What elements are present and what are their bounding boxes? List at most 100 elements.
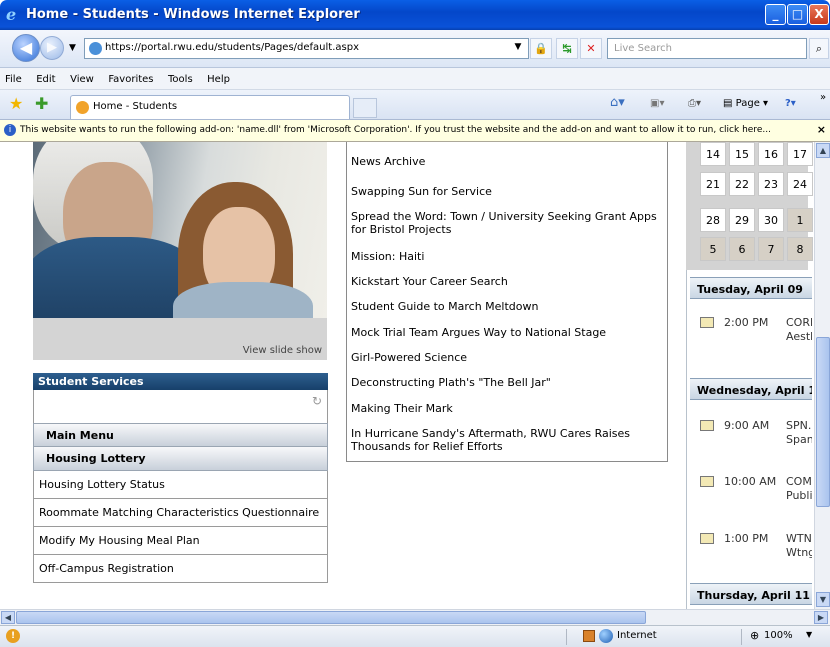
calendar-day[interactable]: 23: [758, 172, 784, 196]
lock-icon[interactable]: 🔒: [530, 38, 552, 59]
news-link[interactable]: Making Their Mark: [351, 402, 661, 415]
vertical-scrollbar[interactable]: ▲ ▼: [814, 142, 830, 609]
calendar-day[interactable]: 5: [700, 237, 726, 261]
search-input[interactable]: Live Search: [607, 38, 807, 59]
status-bar: ! Internet ⊕ 100% ▼: [0, 625, 830, 647]
news-link[interactable]: Spread the Word: Town / University Seeki…: [351, 210, 661, 236]
information-bar[interactable]: i This website wants to run the followin…: [0, 120, 830, 142]
close-button[interactable]: X: [809, 4, 829, 25]
calendar-day[interactable]: 14: [700, 142, 726, 166]
feeds-icon[interactable]: ▣▾: [650, 98, 664, 109]
zoom-icon[interactable]: ⊕: [750, 629, 759, 642]
calendar-day[interactable]: 8: [787, 237, 813, 261]
home-icon[interactable]: ⌂▾: [610, 95, 625, 110]
back-button[interactable]: ◀: [12, 34, 40, 62]
slideshow-image: [33, 142, 327, 318]
calendar-day[interactable]: 17: [787, 142, 813, 166]
print-icon[interactable]: ⎙▾: [688, 98, 701, 109]
event-subtitle: Public: [786, 489, 812, 502]
protected-mode-icon[interactable]: [583, 630, 595, 642]
tab-bar: ★ ✚ Home - Students ⌂▾ ▣▾ ⎙▾ ▤ Page ▾ ?▾…: [0, 90, 830, 120]
scroll-up-icon[interactable]: ▲: [816, 143, 830, 158]
page-menu[interactable]: ▤ Page ▾: [723, 98, 768, 109]
news-list: News Archive Swapping Sun for Service Sp…: [346, 142, 668, 462]
menu-item-roommate-questionnaire[interactable]: Roommate Matching Characteristics Questi…: [33, 499, 328, 527]
menu-view[interactable]: View: [70, 74, 94, 85]
event-title: WTNC: [786, 532, 812, 545]
news-link[interactable]: Kickstart Your Career Search: [351, 275, 661, 288]
scroll-down-icon[interactable]: ▼: [816, 592, 830, 607]
photo-shirt-2: [173, 282, 313, 318]
page-menu-label: Page: [735, 98, 760, 109]
address-input[interactable]: https://portal.rwu.edu/students/Pages/de…: [84, 38, 529, 59]
news-link[interactable]: In Hurricane Sandy's Aftermath, RWU Care…: [351, 427, 661, 453]
vertical-scroll-thumb[interactable]: [816, 337, 830, 507]
menu-file[interactable]: File: [5, 74, 22, 85]
menu-item-modify-meal-plan[interactable]: Modify My Housing Meal Plan: [33, 527, 328, 555]
maximize-button[interactable]: □: [787, 4, 808, 25]
calendar-day[interactable]: 15: [729, 142, 755, 166]
toolbar-overflow-icon[interactable]: »: [820, 92, 826, 103]
add-favorites-icon[interactable]: ✚: [35, 95, 48, 113]
minimize-button[interactable]: _: [765, 4, 786, 25]
site-favicon-icon: [89, 42, 102, 55]
news-link[interactable]: Swapping Sun for Service: [351, 185, 661, 198]
tab-home-students[interactable]: Home - Students: [70, 95, 350, 119]
calendar-event[interactable]: 2:00 PM CORE Aesth: [690, 316, 812, 350]
calendar-event[interactable]: 1:00 PM WTNC Wtng/: [690, 532, 812, 566]
menu-help[interactable]: Help: [207, 74, 230, 85]
new-tab-button[interactable]: [353, 98, 377, 118]
view-slideshow-link[interactable]: View slide show: [243, 345, 322, 356]
calendar-day[interactable]: 21: [700, 172, 726, 196]
student-services-toolbar: ↻: [33, 390, 328, 424]
forward-button[interactable]: ▶: [40, 36, 64, 60]
infobar-close-icon[interactable]: ×: [817, 123, 826, 136]
calendar-day[interactable]: 1: [787, 208, 813, 232]
menu-edit[interactable]: Edit: [36, 74, 55, 85]
search-icon[interactable]: ⌕: [809, 38, 829, 59]
day-heading: Thursday, April 11: [690, 583, 812, 605]
calendar-day[interactable]: 16: [758, 142, 784, 166]
refresh-icon[interactable]: ↹: [556, 38, 578, 59]
internet-globe-icon: [599, 629, 613, 643]
news-link[interactable]: Deconstructing Plath's "The Bell Jar": [351, 376, 661, 389]
stop-icon[interactable]: ✕: [580, 38, 602, 59]
calendar-event[interactable]: 9:00 AM SPN. Spani: [690, 419, 812, 453]
main-menu-header[interactable]: Main Menu: [33, 423, 328, 447]
event-book-icon: [700, 476, 714, 487]
day-heading: Tuesday, April 09: [690, 277, 812, 299]
horizontal-scroll-thumb[interactable]: [16, 611, 646, 624]
status-separator: [566, 629, 567, 645]
menu-item-housing-lottery-status[interactable]: Housing Lottery Status: [33, 471, 328, 499]
news-link[interactable]: Mock Trial Team Argues Way to National S…: [351, 326, 661, 339]
help-icon[interactable]: ?▾: [785, 98, 796, 109]
menu-favorites[interactable]: Favorites: [108, 74, 153, 85]
housing-lottery-header[interactable]: Housing Lottery: [33, 447, 328, 471]
scroll-right-icon[interactable]: ▶: [814, 611, 828, 624]
calendar-day[interactable]: 29: [729, 208, 755, 232]
news-link[interactable]: Mission: Haiti: [351, 250, 661, 263]
favorites-star-icon[interactable]: ★: [9, 95, 23, 113]
zoom-level[interactable]: 100%: [764, 630, 793, 641]
zoom-dropdown-icon[interactable]: ▼: [806, 630, 812, 639]
calendar-day[interactable]: 7: [758, 237, 784, 261]
address-dropdown-icon[interactable]: ▼: [508, 38, 528, 59]
status-warning-icon[interactable]: !: [6, 629, 20, 643]
calendar-day[interactable]: 22: [729, 172, 755, 196]
news-link[interactable]: Student Guide to March Meltdown: [351, 300, 661, 313]
menu-item-off-campus-registration[interactable]: Off-Campus Registration: [33, 555, 328, 583]
calendar-event[interactable]: 10:00 AM COMM Public: [690, 475, 812, 509]
news-link[interactable]: News Archive: [351, 155, 661, 168]
scroll-left-icon[interactable]: ◀: [1, 611, 15, 624]
menu-tools[interactable]: Tools: [168, 74, 193, 85]
calendar-day[interactable]: 6: [729, 237, 755, 261]
calendar-day[interactable]: 24: [787, 172, 813, 196]
calendar-day[interactable]: 30: [758, 208, 784, 232]
refresh-icon[interactable]: ↻: [312, 394, 322, 408]
calendar-day[interactable]: 28: [700, 208, 726, 232]
history-dropdown-icon[interactable]: ▼: [69, 43, 76, 53]
event-subtitle: Spani: [786, 433, 812, 446]
horizontal-scrollbar[interactable]: ◀ ▶: [0, 609, 830, 625]
news-link[interactable]: Girl-Powered Science: [351, 351, 661, 364]
address-toolbar: ◀ ▶ ▼ https://portal.rwu.edu/students/Pa…: [0, 30, 830, 68]
